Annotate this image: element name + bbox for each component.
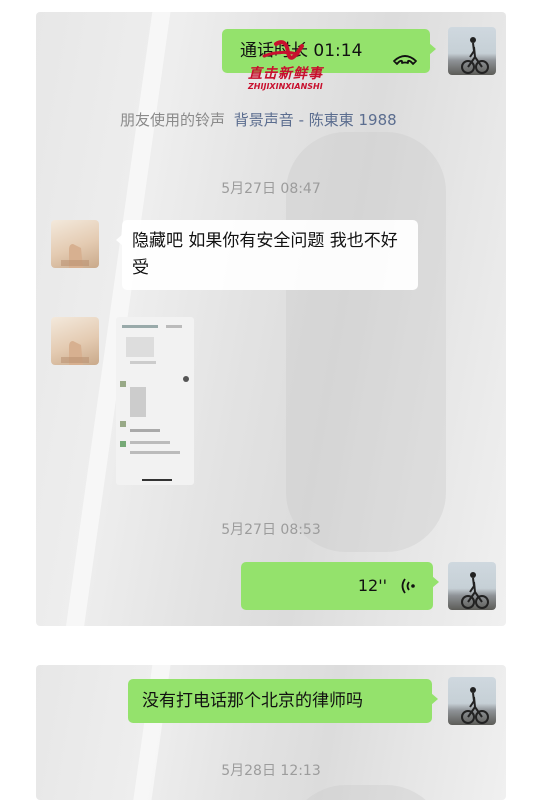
friend-avatar[interactable]	[51, 220, 99, 268]
hand-photo-icon	[61, 244, 89, 268]
chat-screenshot-thumbnail-icon	[120, 325, 189, 481]
ringtone-label: 朋友使用的铃声	[120, 111, 226, 129]
cyclist-icon	[461, 572, 489, 609]
brand-name: 直击新鲜事	[248, 66, 323, 82]
cyclist-icon	[461, 37, 489, 74]
self-avatar[interactable]	[448, 562, 496, 610]
voice-message-bubble[interactable]: 12''	[241, 562, 439, 610]
timestamp: 5月27日 08:53	[221, 522, 321, 538]
friend-avatar[interactable]	[51, 317, 99, 365]
phone-hangup-icon	[392, 41, 418, 65]
brand-pinyin: ZHIJIXINXIANSHI	[248, 82, 323, 91]
ringtone-value[interactable]: 背景声音 - 陈東東 1988	[234, 111, 397, 129]
screenshot-image-message[interactable]	[116, 317, 194, 485]
brand-watermark: 直击新鲜事 ZHIJIXINXIANSHI	[246, 40, 356, 100]
self-message-text: 没有打电话那个北京的律师吗	[142, 691, 363, 711]
chat-screenshot-2: 没有打电话那个北京的律师吗 5月28日 12:13	[36, 665, 506, 800]
timestamp: 5月28日 12:13	[221, 763, 321, 779]
ringtone-line: 朋友使用的铃声 背景声音 - 陈東東 1988	[120, 109, 397, 130]
timestamp: 5月27日 08:47	[221, 181, 321, 197]
self-message-bubble[interactable]: 没有打电话那个北京的律师吗	[128, 679, 438, 723]
voice-duration: 12''	[357, 576, 387, 595]
chat-screenshot-1: 通话时长 01:14 直击新鲜事 ZHIJIXINXIANSHI 朋友使用的铃声…	[36, 12, 506, 626]
hand-photo-icon	[61, 341, 89, 365]
friend-message-text: 隐藏吧 如果你有安全问题 我也不好受	[132, 231, 398, 278]
self-avatar[interactable]	[448, 677, 496, 725]
voice-wave-icon	[397, 576, 417, 596]
cyclist-icon	[461, 687, 489, 724]
friend-message-bubble[interactable]: 隐藏吧 如果你有安全问题 我也不好受	[116, 220, 418, 290]
self-avatar[interactable]	[448, 27, 496, 75]
